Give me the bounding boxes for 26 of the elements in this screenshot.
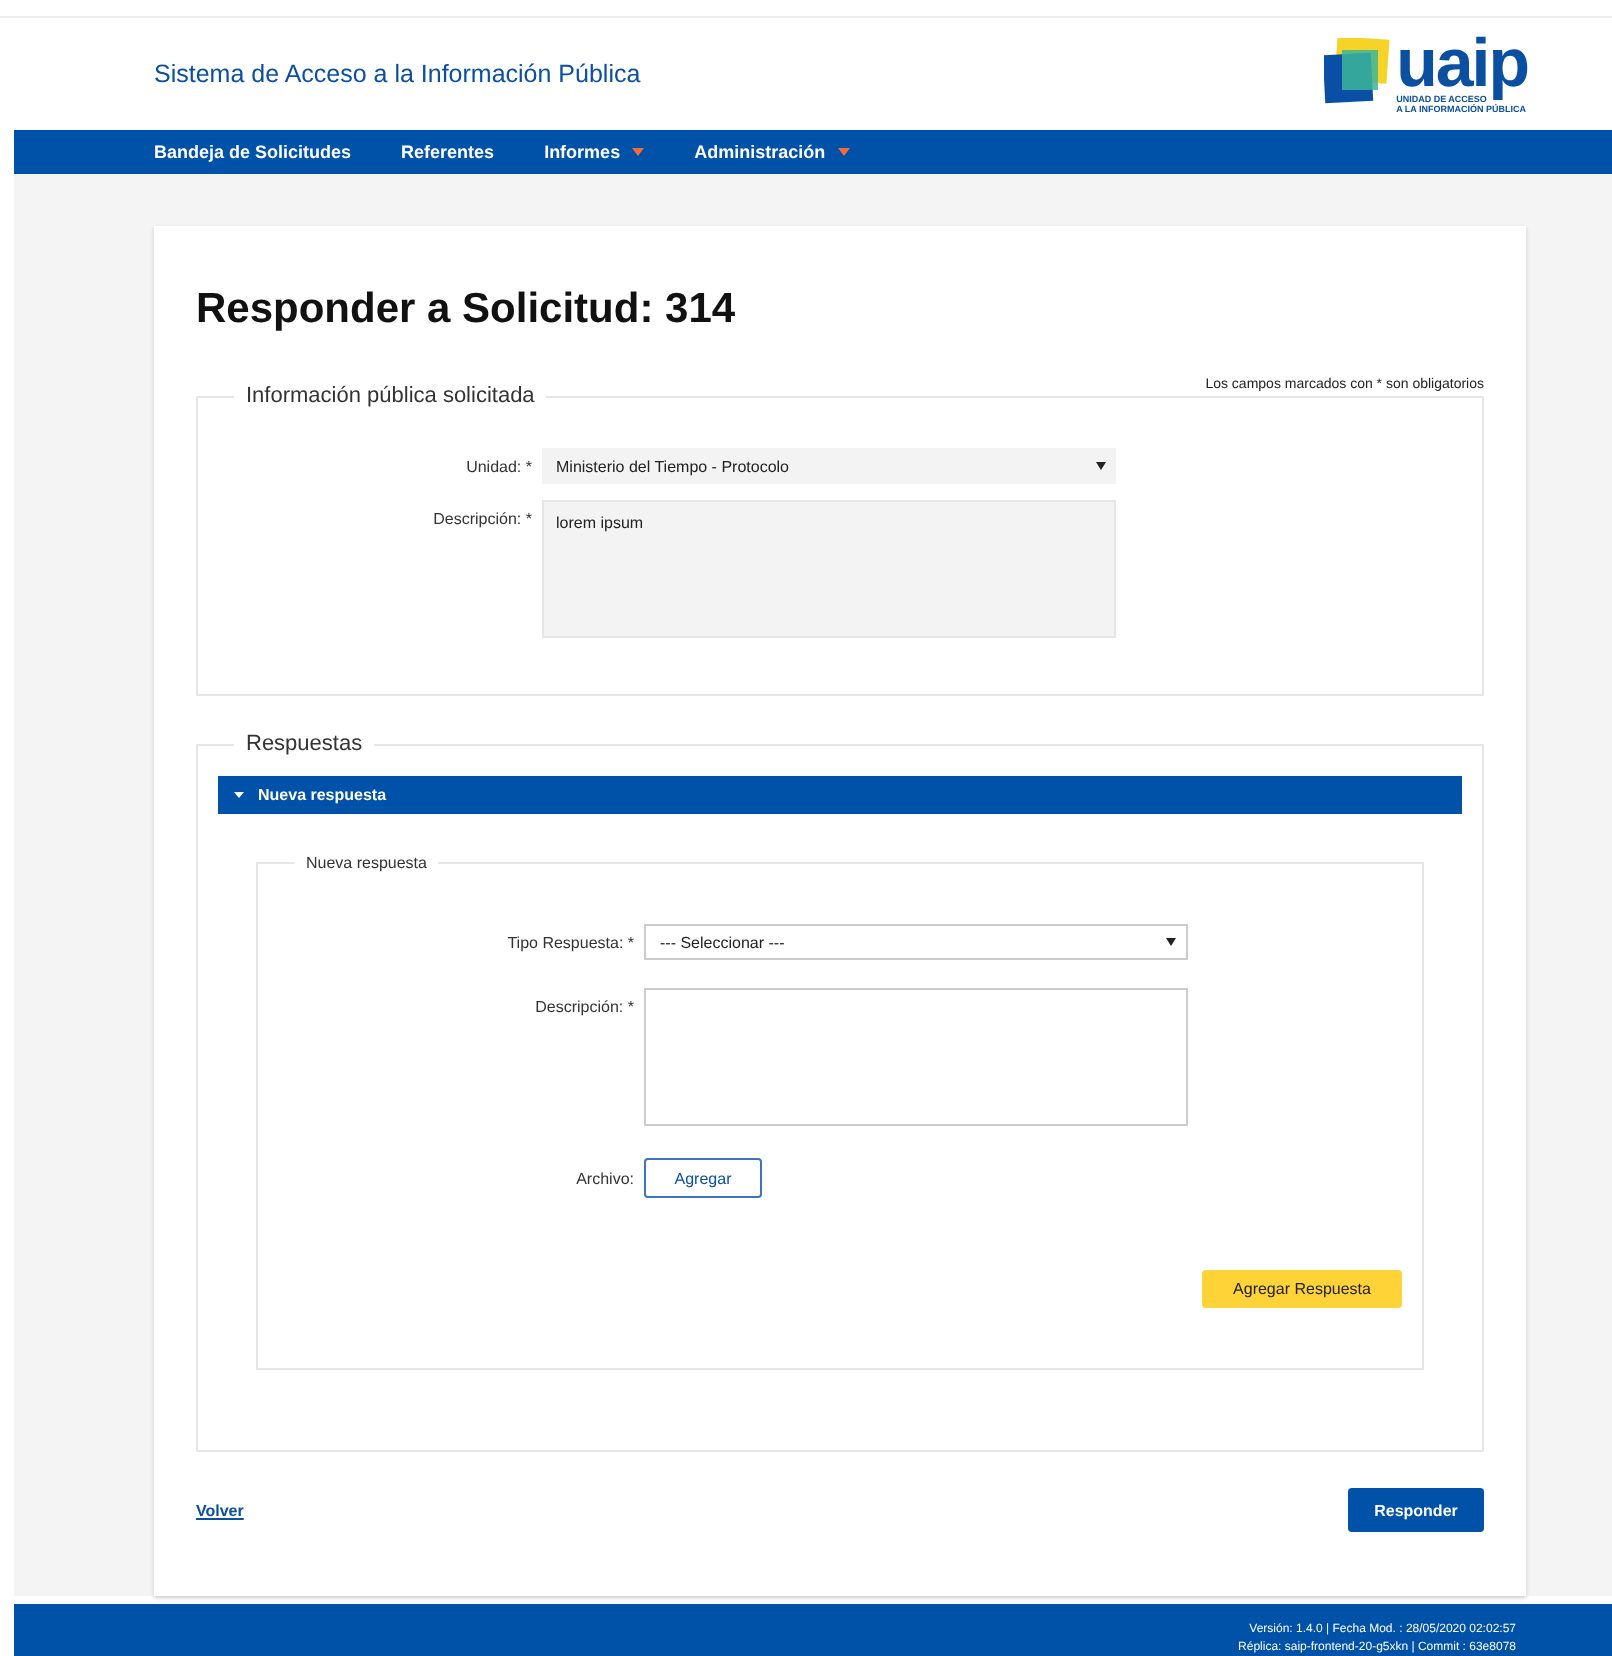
fieldset-legend: Respuestas: [234, 732, 375, 756]
field-label: Descripción: *: [533, 996, 634, 1016]
respond-button[interactable]: Responder: [1348, 1488, 1484, 1532]
fieldset-legend: Nueva respuesta: [294, 854, 439, 872]
description-field[interactable]: lorem ipsum: [542, 500, 1116, 638]
logo-text: uaip: [1396, 34, 1528, 95]
nav-item[interactable]: Informes: [544, 142, 645, 163]
back-link[interactable]: Volver: [196, 1501, 244, 1519]
nav-item[interactable]: Referentes: [401, 142, 495, 163]
unidad-select[interactable]: Ministerio del Tiempo - Protocolo: [542, 448, 1116, 484]
nav-item[interactable]: Administración: [694, 142, 850, 163]
add-response-button[interactable]: Agregar Respuesta: [1202, 1270, 1402, 1308]
description-field[interactable]: [644, 988, 1188, 1126]
nav-item[interactable]: Bandeja de Solicitudes: [154, 142, 352, 163]
caret-icon: [1166, 938, 1176, 946]
tipo-select[interactable]: --- Seleccionar ---: [644, 924, 1188, 960]
field-label: Descripción: *: [431, 508, 532, 528]
fieldset-legend: Información pública solicitada: [234, 384, 547, 408]
caret-icon: [1096, 462, 1106, 470]
page-title: Responder a Solicitud: 314: [196, 286, 738, 334]
site-title: Sistema de Acceso a la Información Pública: [154, 60, 641, 89]
field-label: Tipo Respuesta: *: [505, 932, 634, 952]
field-label: Archivo:: [574, 1169, 634, 1187]
panel-header[interactable]: Nueva respuesta: [218, 776, 1462, 814]
add-file-button[interactable]: Agregar: [644, 1158, 762, 1198]
field-label: Unidad: *: [464, 456, 532, 476]
